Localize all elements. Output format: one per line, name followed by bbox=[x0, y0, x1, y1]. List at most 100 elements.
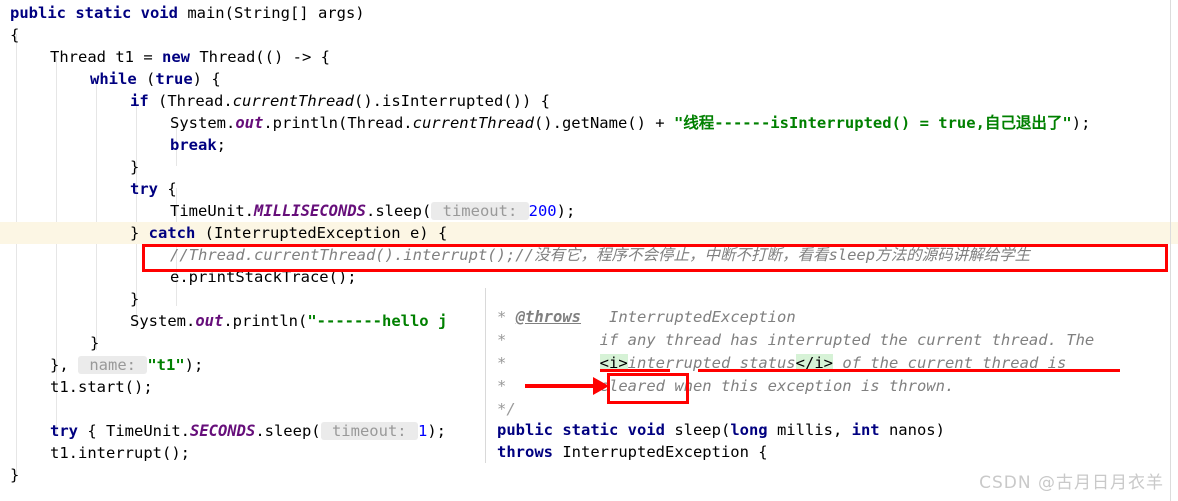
code-token: timeout: bbox=[320, 422, 418, 440]
code-line[interactable]: } bbox=[0, 156, 1178, 178]
code-token: TimeUnit. bbox=[170, 202, 254, 220]
code-token: } bbox=[130, 290, 140, 308]
code-token: (InterruptedException e) { bbox=[195, 224, 448, 242]
code-line-text: } bbox=[0, 464, 19, 486]
code-token: } bbox=[10, 466, 20, 484]
code-token: catch bbox=[148, 224, 196, 242]
popup-line: * @throws InterruptedException bbox=[497, 306, 796, 329]
code-line-text: public static void main(String[] args) bbox=[0, 2, 365, 24]
code-line-text: { bbox=[0, 24, 19, 46]
code-token: true bbox=[155, 70, 193, 88]
javadoc-popup[interactable]: * @throws InterruptedException * if any t… bbox=[485, 288, 1178, 463]
popup-line: * if any thread has interrupted the curr… bbox=[497, 329, 1094, 352]
code-line[interactable]: System.out.println(Thread.currentThread(… bbox=[0, 112, 1178, 134]
code-line-text: break; bbox=[0, 134, 226, 156]
code-token: .sleep( bbox=[365, 202, 432, 220]
popup-line: */ bbox=[497, 398, 516, 421]
code-line-text: TimeUnit.MILLISECONDS.sleep( timeout: 20… bbox=[0, 200, 575, 222]
editor-right-boundary bbox=[1170, 0, 1171, 501]
code-token: timeout: bbox=[431, 202, 529, 220]
popup-token: long bbox=[730, 421, 768, 439]
code-token: SECONDS bbox=[189, 422, 256, 440]
code-token: out bbox=[235, 114, 264, 132]
popup-token: * bbox=[497, 308, 507, 326]
code-token: .println( bbox=[223, 312, 308, 330]
code-line-text: } bbox=[0, 332, 99, 354]
code-token: t1.interrupt(); bbox=[50, 444, 190, 462]
code-line[interactable]: { bbox=[0, 24, 1178, 46]
code-line[interactable]: e.printStackTrace(); bbox=[0, 266, 1178, 288]
code-token: MILLISECONDS bbox=[254, 202, 366, 220]
code-line[interactable]: } catch (InterruptedException e) { bbox=[0, 222, 1178, 244]
popup-token: sleep( bbox=[674, 421, 731, 439]
popup-token: public static void bbox=[497, 421, 675, 439]
code-token: } bbox=[90, 334, 100, 352]
code-line[interactable]: if (Thread.currentThread().isInterrupted… bbox=[0, 90, 1178, 112]
popup-token bbox=[506, 308, 515, 326]
code-token: System. bbox=[130, 312, 196, 330]
code-token: main(String[] args) bbox=[187, 4, 365, 22]
red-underline-annotation bbox=[698, 369, 1120, 372]
red-arrow-shaft bbox=[525, 384, 597, 388]
code-token: System. bbox=[170, 114, 236, 132]
code-token: 200 bbox=[528, 202, 557, 220]
code-token: new bbox=[161, 48, 190, 66]
code-line-text: if (Thread.currentThread().isInterrupted… bbox=[0, 90, 550, 112]
popup-token: nanos) bbox=[879, 421, 945, 439]
popup-token bbox=[506, 354, 599, 372]
code-line-text: System.out.println("-------hello j bbox=[0, 310, 447, 332]
code-line[interactable]: TimeUnit.MILLISECONDS.sleep( timeout: 20… bbox=[0, 200, 1178, 222]
code-line-text: try { bbox=[0, 178, 177, 200]
code-token: out bbox=[195, 312, 224, 330]
code-token: { bbox=[158, 180, 177, 198]
code-token: .sleep( bbox=[255, 422, 321, 440]
code-token: "线程------isInterrupted() = true,自己退出了" bbox=[673, 114, 1072, 132]
code-token: t1.start(); bbox=[50, 378, 153, 396]
red-arrow-head bbox=[593, 377, 609, 395]
popup-token: throws bbox=[497, 443, 553, 461]
code-token: "t1" bbox=[147, 356, 185, 374]
code-token: Thread t1 = bbox=[50, 48, 162, 66]
code-token: ); bbox=[427, 422, 456, 440]
code-line[interactable]: while (true) { bbox=[0, 68, 1178, 90]
code-line[interactable]: public static void main(String[] args) bbox=[0, 2, 1178, 24]
popup-token: */ bbox=[497, 400, 516, 418]
code-token: "-------hello j bbox=[307, 312, 448, 330]
screenshot-root: public static void main(String[] args) { T… bbox=[0, 0, 1178, 501]
code-line[interactable]: break; bbox=[0, 134, 1178, 156]
code-line-text: } bbox=[0, 288, 139, 310]
code-token: ); bbox=[184, 356, 204, 374]
code-token: { bbox=[10, 26, 20, 44]
code-token: } bbox=[130, 158, 140, 176]
code-token: public static void bbox=[10, 4, 188, 22]
code-token: name: bbox=[78, 356, 148, 374]
code-token: .println(Thread. bbox=[263, 114, 413, 132]
code-line-text: try { TimeUnit.SECONDS.sleep( timeout: 1… bbox=[0, 420, 455, 442]
code-line[interactable]: Thread t1 = new Thread(() -> { bbox=[0, 46, 1178, 68]
code-token: if bbox=[130, 92, 149, 110]
code-token: { TimeUnit. bbox=[78, 422, 190, 440]
popup-token: InterruptedException { bbox=[553, 443, 768, 461]
popup-line: public static void sleep(long millis, in… bbox=[497, 419, 945, 442]
csdn-watermark: CSDN @古月日月衣羊 bbox=[979, 473, 1164, 493]
code-token: ) { bbox=[192, 70, 221, 88]
code-token: try bbox=[130, 180, 158, 198]
code-token: 1 bbox=[417, 422, 428, 440]
code-token: break bbox=[170, 136, 217, 154]
code-line[interactable]: //Thread.currentThread().interrupt();//没… bbox=[0, 244, 1178, 266]
code-line-text: while (true) { bbox=[0, 68, 221, 90]
code-line-text: } bbox=[0, 156, 139, 178]
popup-left-divider bbox=[485, 288, 486, 463]
code-token: } bbox=[130, 224, 149, 242]
code-line-text: e.printStackTrace(); bbox=[0, 266, 357, 288]
code-line-text: System.out.println(Thread.currentThread(… bbox=[0, 112, 1090, 134]
code-line-text: t1.interrupt(); bbox=[0, 442, 190, 464]
code-token: ); bbox=[556, 202, 576, 220]
popup-token: millis, bbox=[767, 421, 852, 439]
code-token: //Thread.currentThread().interrupt();//没… bbox=[170, 246, 1031, 264]
code-token: while bbox=[90, 70, 137, 88]
code-token: (Thread. bbox=[148, 92, 233, 110]
popup-token: if any thread has interrupted the curren… bbox=[506, 331, 1095, 349]
code-line[interactable]: try { bbox=[0, 178, 1178, 200]
popup-token: * bbox=[497, 377, 507, 395]
